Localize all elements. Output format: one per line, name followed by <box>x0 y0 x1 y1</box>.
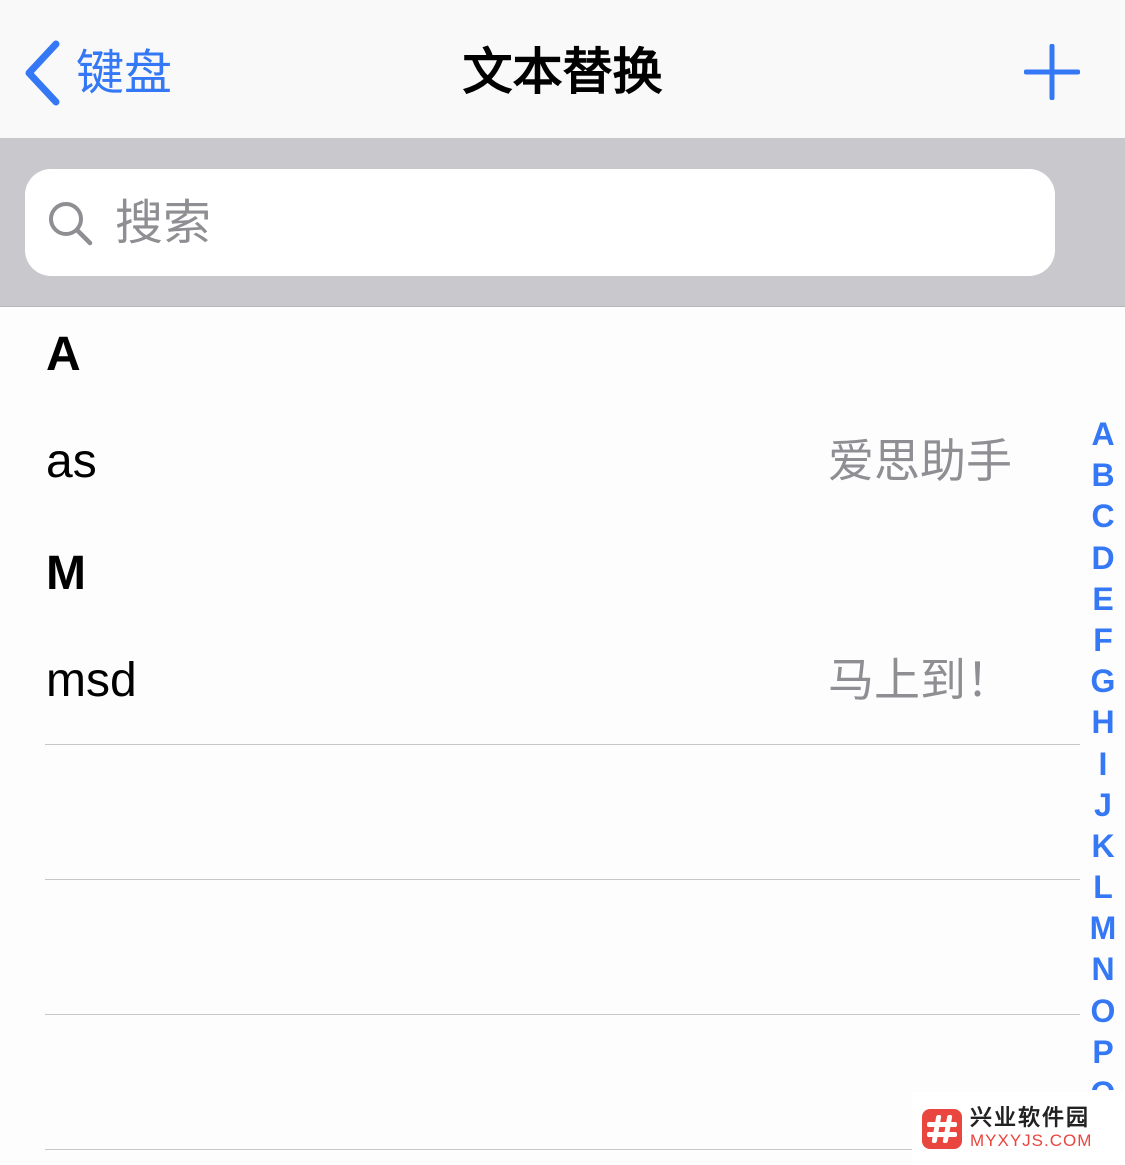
index-letter-l[interactable]: L <box>1084 867 1122 908</box>
list-item[interactable]: msd 马上到！ <box>0 627 1080 737</box>
search-input[interactable] <box>113 193 1017 252</box>
index-letter-m[interactable]: M <box>1084 908 1122 949</box>
navigation-bar: 键盘 文本替换 <box>0 0 1125 139</box>
index-letter-j[interactable]: J <box>1084 785 1122 826</box>
search-bar <box>0 139 1125 307</box>
index-letter-e[interactable]: E <box>1084 579 1122 620</box>
watermark-title: 兴业软件园 <box>970 1105 1091 1131</box>
index-letter-k[interactable]: K <box>1084 826 1122 867</box>
index-letter-d[interactable]: D <box>1084 538 1122 579</box>
index-letter-n[interactable]: N <box>1084 949 1122 990</box>
phrase-text: msd <box>46 654 137 707</box>
shortcut-text: 爱思助手 <box>828 434 1012 488</box>
index-letter-i[interactable]: I <box>1084 744 1122 785</box>
shortcut-text: 马上到！ <box>828 653 1012 707</box>
text-replacement-screen: 键盘 文本替换 A as 爱思助手 M msd 马上到！ ABCDE <box>0 0 1125 1165</box>
divider <box>45 1014 1080 1015</box>
divider <box>45 744 1080 745</box>
index-letter-f[interactable]: F <box>1084 620 1122 661</box>
hash-logo-icon <box>922 1108 962 1149</box>
index-letter-o[interactable]: O <box>1084 991 1122 1032</box>
section-header-a: A <box>46 328 81 381</box>
watermark-url: MYXYJS.COM <box>970 1131 1093 1151</box>
search-icon <box>49 201 93 245</box>
index-letter-b[interactable]: B <box>1084 455 1122 496</box>
plus-icon <box>1023 43 1081 101</box>
index-letter-q[interactable]: Q <box>1084 1073 1122 1090</box>
search-field[interactable] <box>25 169 1055 276</box>
index-letter-h[interactable]: H <box>1084 702 1122 743</box>
index-letter-g[interactable]: G <box>1084 661 1122 702</box>
watermark: 兴业软件园 MYXYJS.COM <box>912 1092 1125 1165</box>
index-letter-p[interactable]: P <box>1084 1032 1122 1073</box>
list-item[interactable]: as 爱思助手 <box>0 408 1080 518</box>
index-letter-a[interactable]: A <box>1084 414 1122 455</box>
phrase-text: as <box>46 435 97 488</box>
divider <box>45 879 1080 880</box>
index-letter-c[interactable]: C <box>1084 496 1122 537</box>
section-index[interactable]: ABCDEFGHIJKLMNOPQ <box>1084 414 1122 1090</box>
section-header-m: M <box>46 547 86 600</box>
page-title: 文本替换 <box>462 43 663 101</box>
add-button[interactable] <box>1023 43 1081 101</box>
